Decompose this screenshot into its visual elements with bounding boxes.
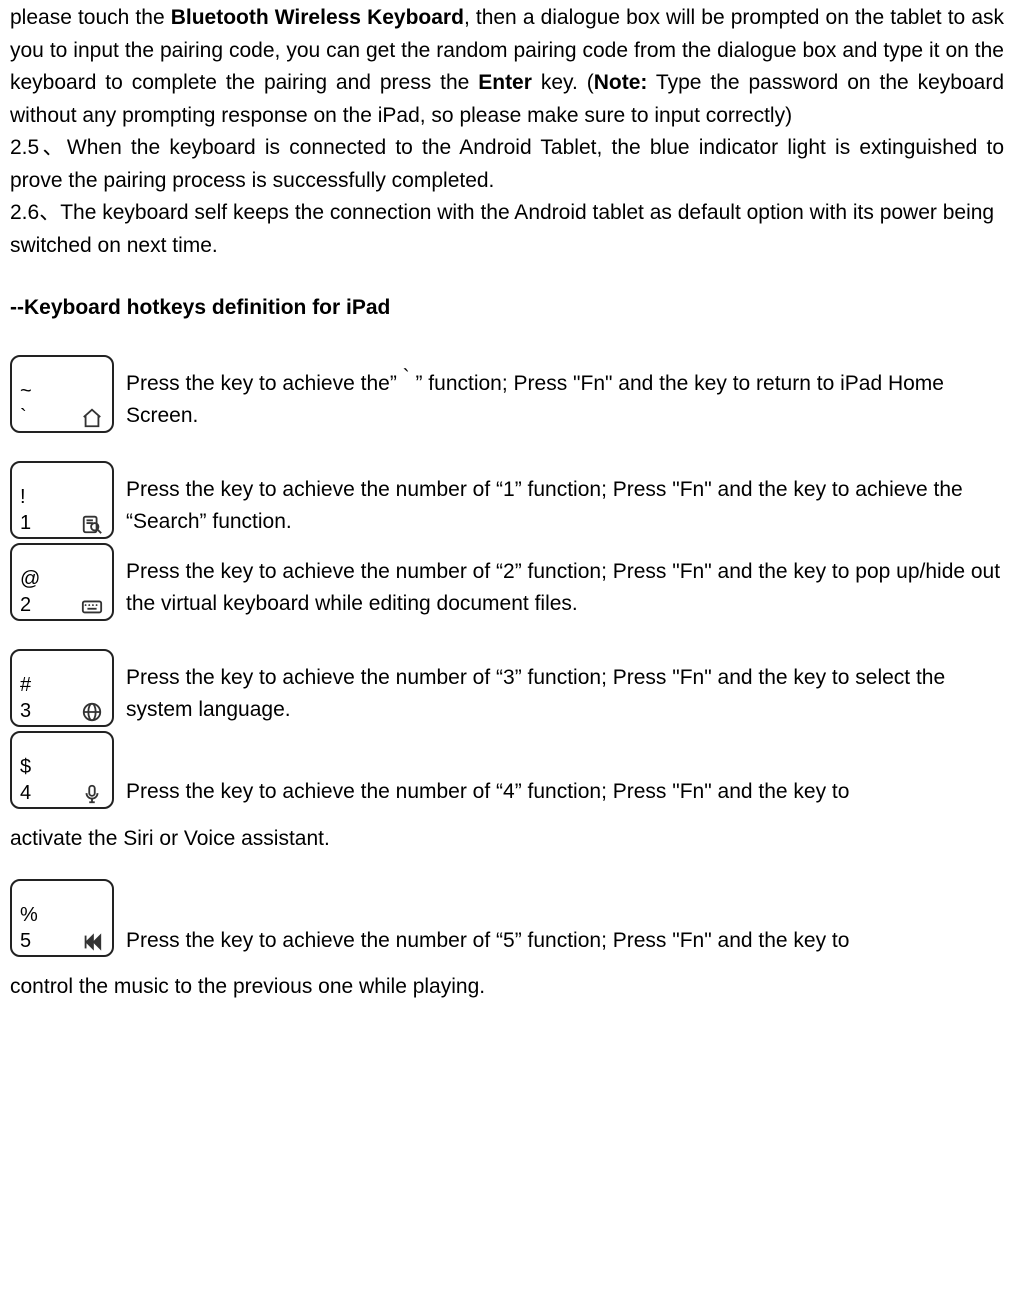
hotkey-description-cont: control the music to the previous one wh…	[10, 971, 1004, 1004]
bold-text: Enter	[478, 71, 532, 94]
bold-text: Note:	[594, 71, 648, 94]
keycap-2-keyboard: @ 2	[10, 543, 114, 621]
keycap-5-prev: % 5	[10, 879, 114, 957]
mic-icon	[78, 781, 106, 805]
intro-paragraph-3: 2.6、The keyboard self keeps the connecti…	[10, 197, 1004, 262]
hotkey-entry: $ 4 Press the key to achieve the number …	[10, 731, 1004, 856]
hotkey-entry: # 3 Press the key to achieve the number …	[10, 649, 1004, 727]
text: `	[403, 366, 410, 389]
hotkey-description: Press the key to achieve the” ` ” functi…	[126, 368, 1004, 433]
hotkey-entry: % 5 Press the key to achieve the number …	[10, 879, 1004, 1004]
keycap-top-symbol: @	[18, 569, 106, 589]
text: key. (	[532, 71, 594, 94]
keyboard-icon	[78, 593, 106, 617]
hotkey-description: Press the key to achieve the number of “…	[126, 556, 1004, 621]
keycap-bottom-symbol: 2	[18, 593, 31, 617]
keycap-top-symbol: !	[18, 487, 106, 507]
keycap-bottom-symbol: 1	[18, 511, 31, 535]
keycap-bottom-symbol: 4	[18, 781, 31, 805]
hotkey-entry: ~ ` Press the key to achieve the” ` ” fu…	[10, 355, 1004, 433]
keycap-bottom-symbol: 5	[18, 929, 31, 953]
hotkey-description: Press the key to achieve the number of “…	[126, 474, 1004, 539]
home-icon	[78, 405, 106, 429]
search-icon	[78, 511, 106, 535]
hotkey-entry: @ 2 Press the key to achieve the number …	[10, 543, 1004, 621]
keycap-top-symbol: #	[18, 675, 106, 695]
keycap-bottom-symbol: 3	[18, 699, 31, 723]
keycap-top-symbol: ~	[18, 381, 106, 401]
hotkey-description-cont: activate the Siri or Voice assistant.	[10, 823, 1004, 856]
globe-icon	[78, 699, 106, 723]
keycap-top-symbol: %	[18, 905, 106, 925]
prev-track-icon	[78, 929, 106, 953]
text: please touch the	[10, 6, 171, 29]
text: Press the key to achieve the”	[126, 372, 403, 395]
hotkey-description: Press the key to achieve the number of “…	[126, 662, 1004, 727]
keycap-top-symbol: $	[18, 757, 106, 777]
intro-paragraph-2: 2.5、When the keyboard is connected to th…	[10, 132, 1004, 197]
hotkey-description: Press the key to achieve the number of “…	[126, 925, 1004, 958]
hotkey-entry: ! 1 Press the key to achieve the number …	[10, 461, 1004, 539]
keycap-1-search: ! 1	[10, 461, 114, 539]
keycap-3-globe: # 3	[10, 649, 114, 727]
section-heading: --Keyboard hotkeys definition for iPad	[10, 292, 1004, 325]
intro-paragraph-1: please touch the Bluetooth Wireless Keyb…	[10, 2, 1004, 132]
keycap-tilde-home: ~ `	[10, 355, 114, 433]
keycap-4-mic: $ 4	[10, 731, 114, 809]
keycap-bottom-symbol: `	[18, 405, 27, 429]
bold-text: Bluetooth Wireless Keyboard	[171, 6, 464, 29]
hotkey-description: Press the key to achieve the number of “…	[126, 776, 1004, 809]
